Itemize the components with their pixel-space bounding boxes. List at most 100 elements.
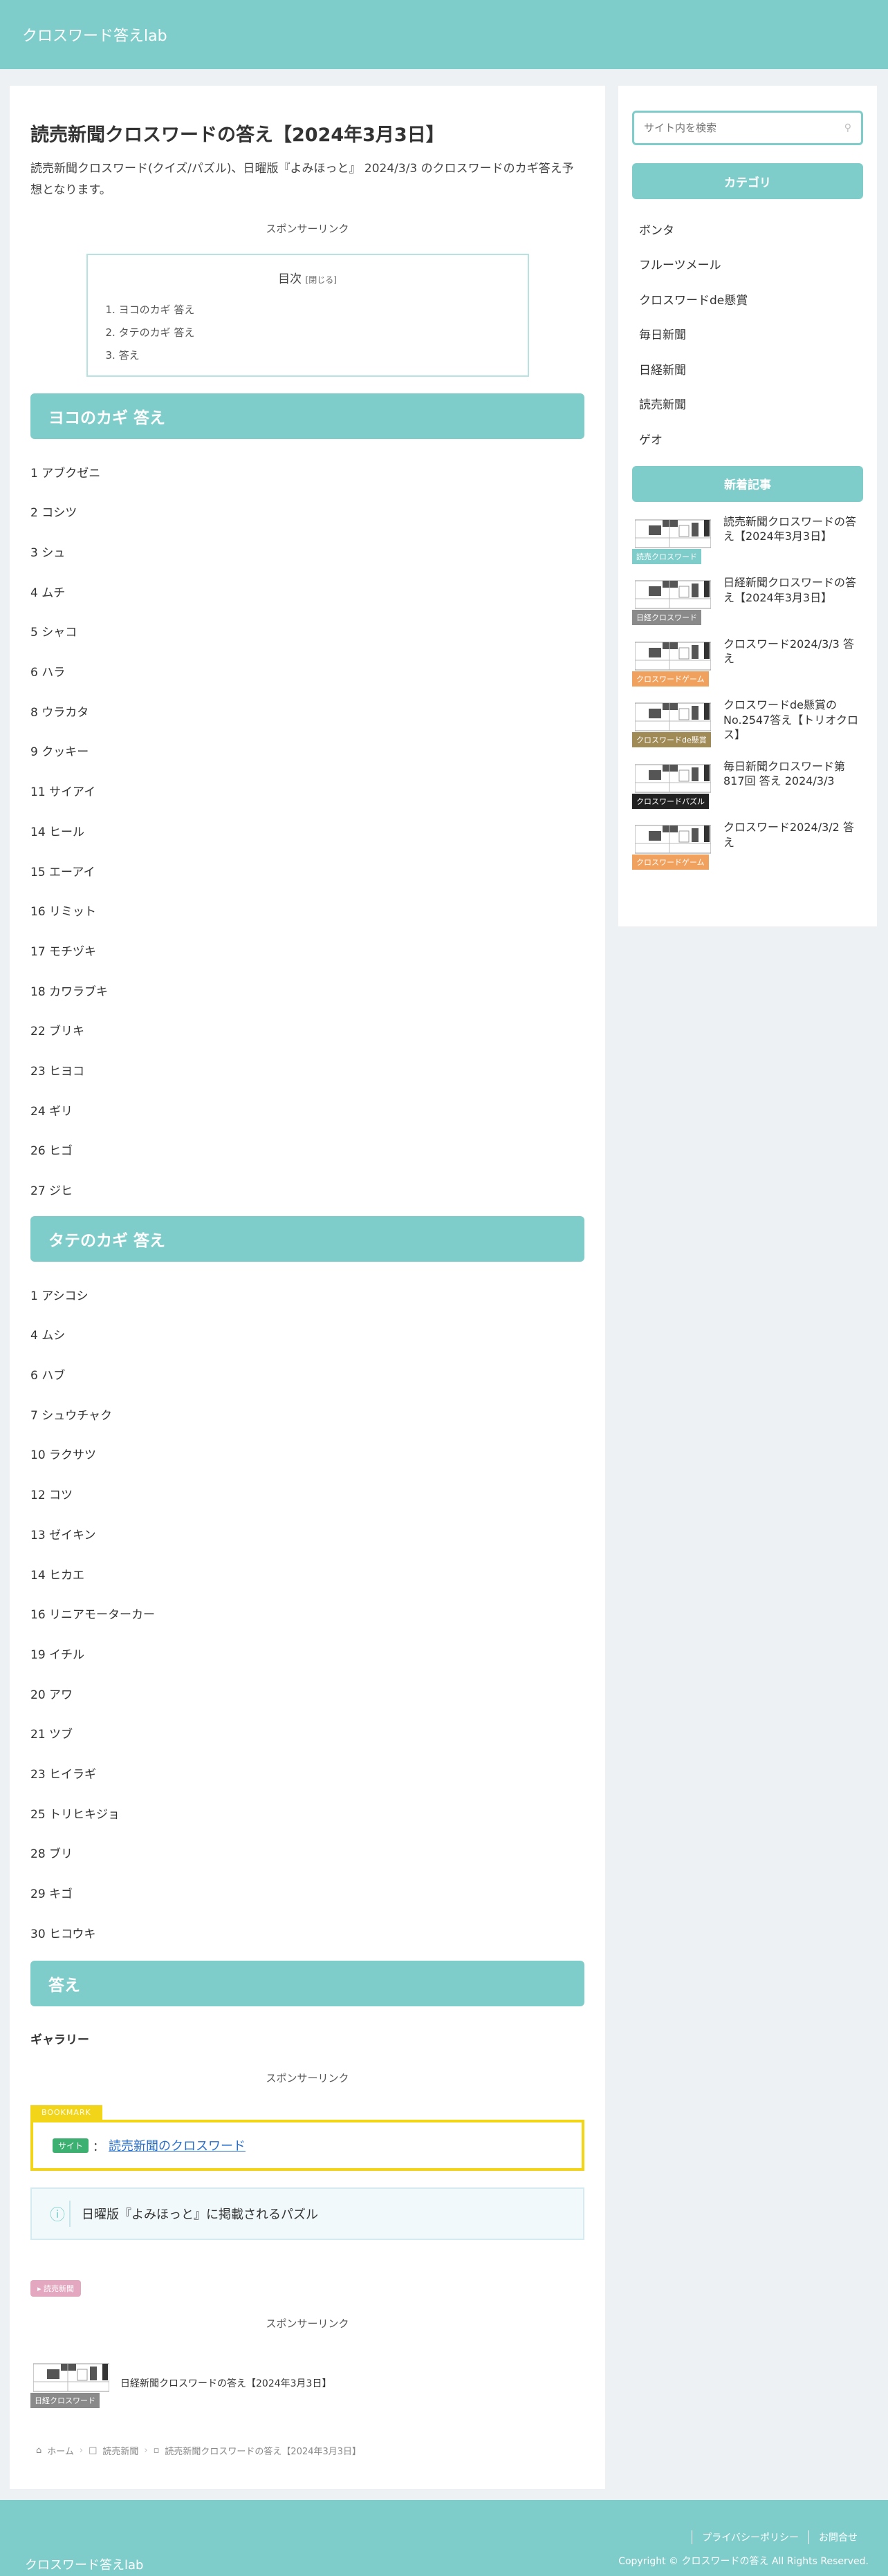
toc-item[interactable]: 1. ヨコのカギ 答え bbox=[106, 299, 510, 321]
category-item[interactable]: ゲオ bbox=[632, 421, 863, 456]
new-post-thumbnail: クロスワードde懸賞 bbox=[632, 698, 718, 747]
site-title[interactable]: クロスワード答えlab bbox=[22, 24, 167, 46]
related-post[interactable]: 日経クロスワード 日経新聞クロスワードの答え【2024年3月3日】 bbox=[30, 2355, 584, 2411]
search-input[interactable] bbox=[644, 122, 824, 134]
crossword-grid-icon bbox=[635, 519, 711, 548]
new-post-category: クロスワードゲーム bbox=[632, 671, 709, 687]
toc-item[interactable]: 3. 答え bbox=[106, 344, 510, 367]
toc-toggle[interactable]: [閉じる] bbox=[306, 275, 337, 285]
category-item[interactable]: 読売新聞 bbox=[632, 386, 863, 422]
breadcrumb-home[interactable]: ホーム bbox=[47, 2444, 74, 2457]
yoko-answer-list: 1 アブクゼニ 2 コシツ 3 シュ 4 ムチ 5 シャコ 6 ハラ 8 ウラカタ 9 クッキ… bbox=[30, 451, 584, 1209]
category-item[interactable]: クロスワードde懸賞 bbox=[632, 281, 863, 317]
bookmark-link[interactable]: 読売新聞のクロスワード bbox=[109, 2136, 246, 2154]
new-post-title[interactable]: 毎日新聞クロスワード第817回 答え 2024/3/3 bbox=[723, 759, 863, 789]
new-post-thumbnail: クロスワードゲーム bbox=[632, 820, 718, 870]
yoko-answer-item: 5 シャコ bbox=[30, 626, 77, 640]
crossword-grid-icon bbox=[635, 580, 711, 609]
yoko-answer-item: 16 リミット bbox=[30, 905, 97, 920]
breadcrumb-separator: › bbox=[79, 2445, 84, 2456]
footer-link-privacy[interactable]: プライバシーポリシー bbox=[692, 2530, 808, 2544]
new-post-thumbnail: 読売クロスワード bbox=[632, 514, 718, 564]
bookmark-body: サイト ： 読売新聞のクロスワード bbox=[30, 2120, 584, 2172]
yoko-answer-item: 6 ハラ bbox=[30, 666, 66, 680]
toc-item[interactable]: 2. タテのカギ 答え bbox=[106, 321, 510, 344]
sponsor-label: スポンサーリンク bbox=[266, 2317, 349, 2331]
tate-answer-item: 12 コツ bbox=[30, 1488, 73, 1503]
related-title[interactable]: 日経新聞クロスワードの答え【2024年3月3日】 bbox=[120, 2376, 331, 2390]
yoko-answer-item: 1 アブクゼニ bbox=[30, 466, 101, 480]
new-post-title[interactable]: 日経新聞クロスワードの答え【2024年3月3日】 bbox=[723, 575, 863, 605]
info-text: 日曜版『よみほっと』に掲載されるパズル bbox=[82, 2208, 318, 2223]
footer-links: プライバシーポリシー お問合せ bbox=[692, 2530, 867, 2544]
category-item[interactable]: 日経新聞 bbox=[632, 351, 863, 386]
new-post-category: 日経クロスワード bbox=[632, 610, 701, 625]
tate-answer-item: 23 ヒイラギ bbox=[30, 1767, 97, 1782]
crossword-grid-icon bbox=[635, 764, 711, 792]
content-wrap: 読売新聞クロスワードの答え【2024年3月3日】 読売新聞クロスワード(クイズ/… bbox=[0, 69, 888, 2489]
tate-answer-item: 30 ヒコウキ bbox=[30, 1927, 96, 1941]
site-badge: サイト bbox=[53, 2138, 89, 2153]
breadcrumb-category[interactable]: 読売新聞 bbox=[102, 2444, 138, 2457]
tate-answer-item: 1 アシコシ bbox=[30, 1289, 89, 1303]
category-item[interactable]: ボンタ bbox=[632, 212, 863, 247]
table-of-contents: 目次 [閉じる] 1. ヨコのカギ 答え 2. タテのカギ 答え 3. 答え bbox=[86, 254, 529, 377]
new-post-item[interactable]: クロスワードゲーム クロスワード2024/3/2 答え bbox=[632, 817, 863, 879]
main-article: 読売新聞クロスワードの答え【2024年3月3日】 読売新聞クロスワード(クイズ/… bbox=[10, 86, 605, 2489]
new-post-title[interactable]: クロスワード2024/3/3 答え bbox=[723, 637, 863, 666]
tate-answer-item: 6 ハブ bbox=[30, 1369, 66, 1383]
tate-answer-item: 10 ラクサツ bbox=[30, 1448, 97, 1463]
crossword-grid-icon bbox=[635, 642, 711, 670]
yoko-answer-item: 11 サイアイ bbox=[30, 785, 96, 800]
bookmark-separator: ： bbox=[93, 2140, 105, 2154]
yoko-answer-item: 14 ヒール bbox=[30, 825, 85, 839]
new-post-item[interactable]: 読売クロスワード 読売新聞クロスワードの答え【2024年3月3日】 bbox=[632, 512, 863, 573]
yoko-answer-item: 3 シュ bbox=[30, 546, 66, 560]
new-post-title[interactable]: 読売新聞クロスワードの答え【2024年3月3日】 bbox=[723, 514, 863, 544]
new-post-item[interactable]: 日経クロスワード 日経新聞クロスワードの答え【2024年3月3日】 bbox=[632, 572, 863, 634]
tate-answer-item: 14 ヒカエ bbox=[30, 1568, 85, 1583]
yoko-answer-item: 4 ムチ bbox=[30, 586, 66, 600]
home-icon: ⌂ bbox=[36, 2445, 42, 2456]
new-post-title[interactable]: クロスワードde懸賞のNo.2547答え【トリオクロス】 bbox=[723, 698, 863, 743]
new-post-item[interactable]: クロスワードゲーム クロスワード2024/3/3 答え bbox=[632, 634, 863, 696]
new-post-category: クロスワードゲーム bbox=[632, 855, 709, 870]
category-item[interactable]: フルーツメール bbox=[632, 247, 863, 282]
section-heading-yoko: ヨコのカギ 答え bbox=[30, 393, 584, 440]
post-lead: 読売新聞クロスワード(クイズ/パズル)、日曜版『よみほっと』 2024/3/3 … bbox=[30, 162, 574, 197]
toc-title: 目次 [閉じる] bbox=[106, 269, 510, 286]
new-post-title[interactable]: クロスワード2024/3/2 答え bbox=[723, 820, 863, 850]
breadcrumb-current: 読売新聞クロスワードの答え【2024年3月3日】 bbox=[165, 2447, 362, 2458]
yoko-answer-item: 8 ウラカタ bbox=[30, 705, 89, 720]
section-heading-tate: タテのカギ 答え bbox=[30, 1216, 584, 1262]
new-post-thumbnail: クロスワードパズル bbox=[632, 758, 718, 809]
new-post-item[interactable]: クロスワードde懸賞 クロスワードde懸賞のNo.2547答え【トリオクロス】 bbox=[632, 695, 863, 756]
tag-row: ▸ 読売新聞 bbox=[30, 2280, 584, 2297]
category-item[interactable]: 毎日新聞 bbox=[632, 317, 863, 352]
tag-chip[interactable]: ▸ 読売新聞 bbox=[30, 2280, 82, 2297]
tate-answer-item: 7 シュウチャク bbox=[30, 1408, 113, 1423]
new-post-item[interactable]: クロスワードパズル 毎日新聞クロスワード第817回 答え 2024/3/3 bbox=[632, 756, 863, 818]
crossword-grid-icon bbox=[635, 825, 711, 854]
tate-answer-item: 29 キゴ bbox=[30, 1887, 73, 1901]
copyright: Copyright © クロスワードの答え All Rights Reserve… bbox=[618, 2556, 869, 2567]
gallery-label: ギャラリー bbox=[30, 2033, 89, 2048]
yoko-answer-item: 22 ブリキ bbox=[30, 1025, 85, 1039]
new-post-thumbnail: クロスワードゲーム bbox=[632, 636, 718, 687]
document-icon: ▫ bbox=[153, 2445, 160, 2456]
footer-link-contact[interactable]: お問合せ bbox=[808, 2530, 867, 2544]
tate-answer-list: 1 アシコシ 4 ムシ 6 ハブ 7 シュウチャク 10 ラクサツ 12 コツ 13 ゼイキ… bbox=[30, 1274, 584, 1952]
yoko-answer-item: 24 ギリ bbox=[30, 1104, 73, 1119]
search-box[interactable]: ⚲ bbox=[632, 111, 863, 145]
footer-site-title[interactable]: クロスワード答えlab bbox=[25, 2555, 143, 2573]
search-icon[interactable]: ⚲ bbox=[844, 122, 851, 133]
folder-icon: □ bbox=[89, 2445, 98, 2456]
toc-title-text: 目次 bbox=[278, 272, 302, 287]
new-posts-heading: 新着記事 bbox=[632, 465, 863, 502]
new-post-category: 読売クロスワード bbox=[632, 548, 701, 564]
yoko-answer-item: 17 モチヅキ bbox=[30, 944, 97, 959]
post-title: 読売新聞クロスワードの答え【2024年3月3日】 bbox=[30, 124, 445, 146]
yoko-answer-item: 18 カワラブキ bbox=[30, 984, 109, 999]
yoko-answer-item: 15 エーアイ bbox=[30, 865, 95, 879]
yoko-answer-item: 27 ジヒ bbox=[30, 1184, 73, 1198]
